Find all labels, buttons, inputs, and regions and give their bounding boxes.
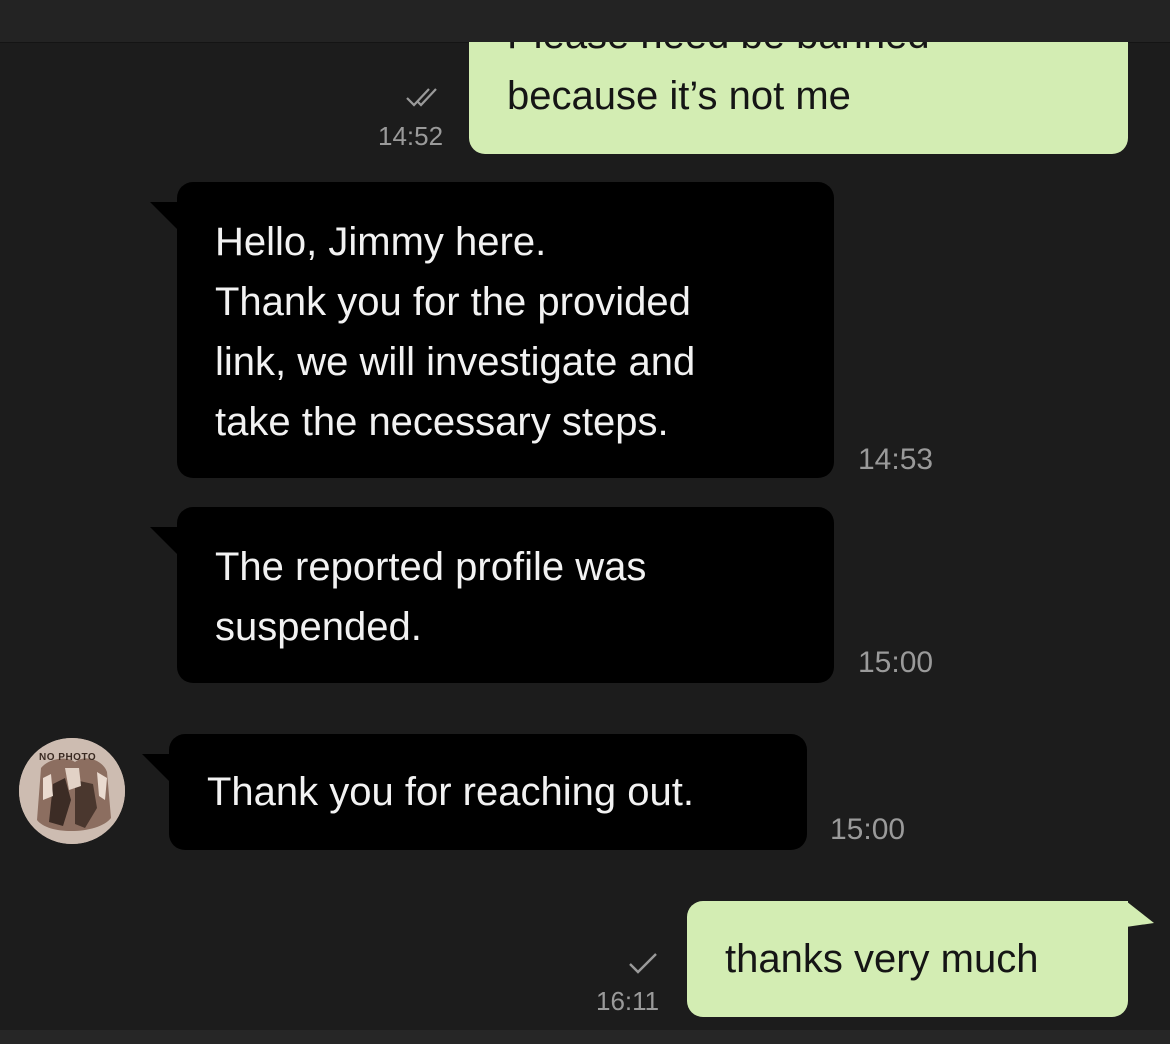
- incoming-message-bubble[interactable]: Hello, Jimmy here. Thank you for the pro…: [177, 182, 834, 478]
- avatar-placeholder-label: NO PHOTO: [39, 752, 97, 763]
- outgoing-message-bubble[interactable]: thanks very much: [687, 901, 1128, 1017]
- message-text: Thank you for reaching out.: [207, 770, 694, 814]
- message-text: because it’s not me: [507, 74, 851, 118]
- chat-screen: Please need be banned because it’s not m…: [0, 0, 1170, 1044]
- message-timestamp: 14:53: [858, 443, 934, 476]
- message-line: link, we will investigate and: [215, 340, 696, 384]
- double-check-icon: [405, 86, 445, 115]
- message-line: suspended.: [215, 605, 422, 649]
- message-line: take the necessary steps.: [215, 400, 669, 444]
- chat-header-bar: [0, 0, 1170, 43]
- bubble-tail: [1126, 901, 1154, 927]
- message-timestamp: 16:11: [596, 986, 660, 1016]
- outgoing-message-bubble[interactable]: Please need be banned because it’s not m…: [469, 42, 1128, 154]
- message-timestamp: 14:52: [378, 121, 444, 151]
- bubble-tail: [150, 202, 180, 232]
- message-line: The reported profile was: [215, 545, 647, 589]
- message-timestamp: 15:00: [858, 646, 934, 679]
- single-check-icon: [626, 950, 660, 981]
- message-timestamp: 15:00: [830, 813, 906, 846]
- input-area-edge: [0, 1030, 1170, 1044]
- bubble-tail: [142, 754, 172, 784]
- message-text: thanks very much: [725, 937, 1039, 981]
- incoming-message-bubble[interactable]: The reported profile was suspended.: [177, 507, 834, 683]
- incoming-message-bubble[interactable]: Thank you for reaching out.: [169, 734, 807, 850]
- message-text-cut-off: Please need be banned: [507, 42, 930, 65]
- bubble-tail: [150, 527, 180, 557]
- sender-avatar[interactable]: NO PHOTO: [19, 738, 125, 844]
- message-line: Hello, Jimmy here.: [215, 220, 547, 264]
- message-line: Thank you for the provided: [215, 280, 691, 324]
